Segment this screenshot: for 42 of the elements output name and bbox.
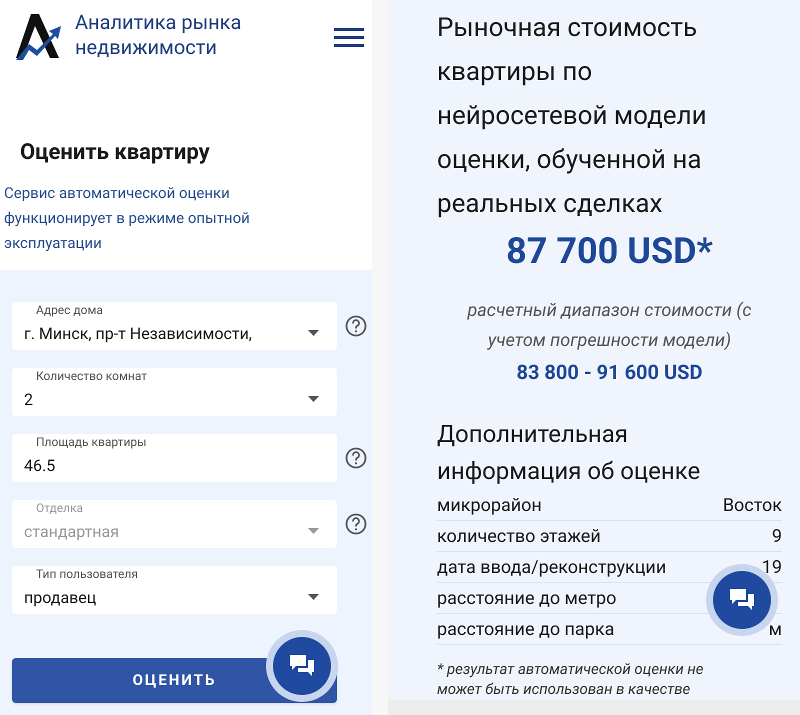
info-label: количество этажей [437, 524, 601, 548]
field-value: 46.5 [24, 456, 56, 476]
info-value: 9 [772, 524, 782, 548]
info-value: Восток [722, 494, 782, 518]
info-label: микрорайон [437, 494, 542, 518]
field-label: Тип пользователя [36, 567, 138, 581]
dropdown-field[interactable]: Адрес дома г. Минск, пр-т Независимости, [12, 302, 337, 350]
field-label: Количество комнат [36, 369, 148, 383]
field-label: Адрес дома [36, 303, 103, 317]
dropdown-arrow-icon [308, 528, 319, 534]
dropdown-field[interactable]: Тип пользователя продавец [12, 566, 337, 614]
chat-icon [289, 654, 315, 678]
field-value: г. Минск, пр-т Независимости, [24, 324, 252, 344]
info-label: расстояние до метро [437, 586, 616, 610]
notice-text: Сервис автоматической оценки функционирует в режиме опытной эксплуатации [4, 183, 251, 254]
dropdown-arrow-icon [308, 594, 319, 600]
menu-icon[interactable] [334, 28, 364, 48]
chat-icon [729, 588, 755, 612]
dropdown-arrow-icon [308, 330, 319, 336]
input-field[interactable]: Площадь квартиры 46.5 [12, 434, 337, 482]
info-label: дата ввода/реконструкции [437, 556, 666, 580]
help-icon[interactable] [345, 315, 367, 337]
dropdown-arrow-icon [308, 396, 319, 402]
logo-icon [15, 12, 63, 62]
brand-name: Аналитика рынка недвижимости [75, 10, 242, 60]
price-value: 87 700 USD* [505, 229, 714, 274]
page-heading: Оценить квартиру [20, 139, 211, 167]
field-label: Площадь квартиры [36, 435, 146, 449]
dropdown-field[interactable]: Количество комнат 2 [12, 368, 337, 416]
result-title: Рыночная стоимость квартиры по нейросетевой модели оценки, обученной на реальных сделках [437, 12, 708, 221]
field-value: продавец [24, 588, 96, 608]
info-heading: Дополнительная информация об оценке [437, 419, 702, 487]
info-value: 19 [762, 556, 782, 580]
help-icon[interactable] [345, 447, 367, 469]
footnote: * результат автоматической оценки не может быть использован в качестве [437, 659, 705, 699]
field-value: 2 [24, 390, 33, 410]
info-value: м [768, 618, 782, 642]
range-note: расчетный диапазон стоимости (с учетом погрешности модели) [466, 299, 752, 353]
price-range: 83 800 - 91 600 USD [516, 359, 704, 386]
info-label: расстояние до парка [437, 618, 614, 642]
field-label: Отделка [36, 501, 84, 515]
field-value: стандартная [24, 522, 119, 542]
